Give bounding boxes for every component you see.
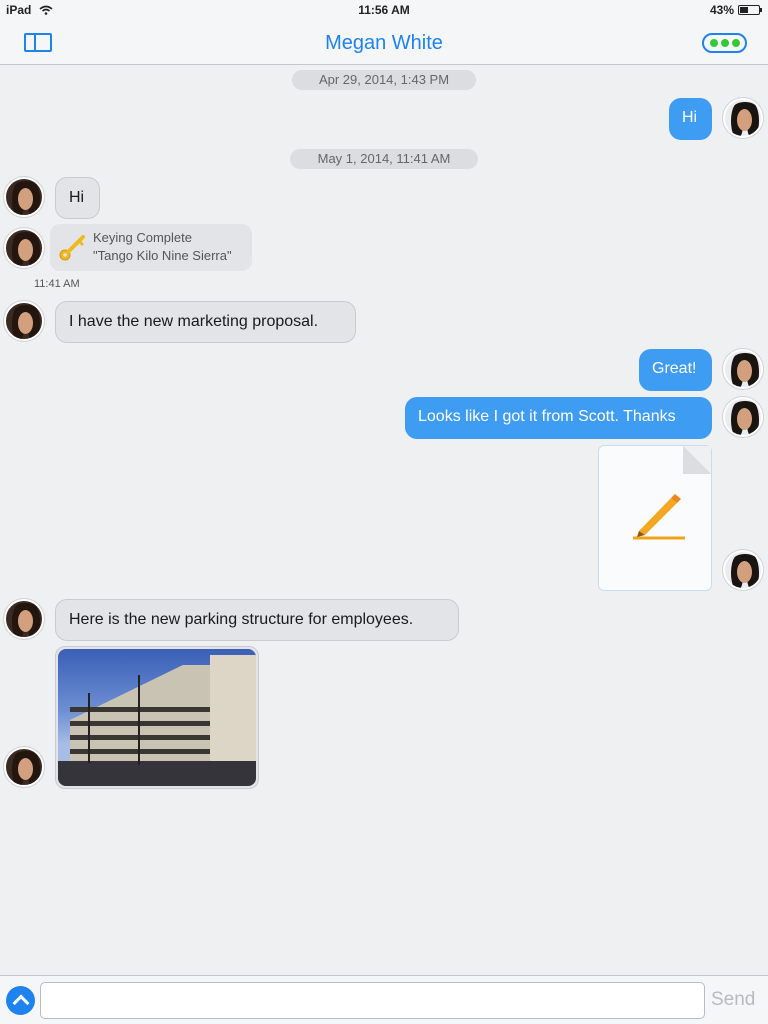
incoming-message[interactable]: I have the new marketing proposal. — [55, 301, 356, 343]
my-avatar — [723, 98, 763, 138]
photo-attachment[interactable] — [55, 646, 259, 789]
contact-avatar — [4, 301, 44, 341]
more-options-icon[interactable] — [702, 33, 747, 53]
contact-avatar — [4, 177, 44, 217]
pen-document-icon — [633, 494, 685, 540]
battery-status: 43% — [709, 3, 762, 17]
contact-avatar — [4, 599, 44, 639]
nav-bar: Megan White — [0, 20, 768, 65]
expand-chevron-icon[interactable] — [6, 986, 35, 1015]
keying-phrase: "Tango Kilo Nine Sierra" — [93, 248, 232, 263]
my-avatar — [723, 349, 763, 389]
keying-title: Keying Complete — [93, 230, 192, 245]
battery-fill — [740, 7, 748, 13]
contact-avatar — [4, 747, 44, 787]
key-icon — [59, 235, 85, 261]
outgoing-message[interactable]: Looks like I got it from Scott. Thanks — [405, 397, 712, 439]
document-attachment[interactable] — [598, 445, 712, 591]
battery-icon — [738, 5, 762, 15]
date-separator: Apr 29, 2014, 1:43 PM — [292, 70, 476, 90]
my-avatar — [723, 550, 763, 590]
parking-structure-photo — [58, 649, 256, 786]
send-button[interactable]: Send — [711, 989, 755, 1011]
incoming-message[interactable]: Hi — [55, 177, 100, 219]
keying-complete-message[interactable]: Keying Complete "Tango Kilo Nine Sierra" — [50, 224, 252, 271]
contact-avatar — [4, 228, 44, 268]
outgoing-message[interactable]: Great! — [639, 349, 712, 391]
status-bar: iPad 11:56 AM 43% — [0, 0, 768, 20]
outgoing-message[interactable]: Hi — [669, 98, 712, 140]
message-timestamp: 11:41 AM — [34, 278, 80, 290]
status-time: 11:56 AM — [358, 3, 410, 17]
battery-percent: 43% — [709, 3, 734, 17]
date-separator: May 1, 2014, 11:41 AM — [290, 149, 478, 169]
incoming-message[interactable]: Here is the new parking structure for em… — [55, 599, 459, 641]
composer-bar: Send — [0, 975, 768, 1024]
message-input[interactable] — [40, 982, 705, 1019]
conversation-title: Megan White — [325, 32, 443, 54]
my-avatar — [723, 397, 763, 437]
